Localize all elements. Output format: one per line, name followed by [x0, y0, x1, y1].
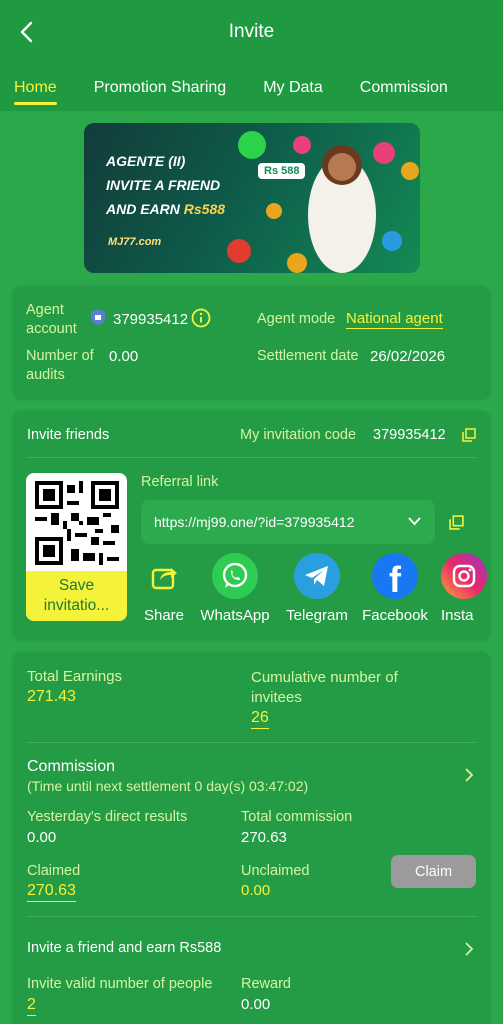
tab-commission[interactable]: Commission	[360, 71, 448, 105]
referral-link-field[interactable]: https://mj99.one/?id=379935412	[141, 500, 435, 544]
claimed-value[interactable]: 270.63	[27, 882, 76, 902]
invite-friends-card: Invite friends My invitation code 379935…	[13, 411, 490, 639]
total-commission-label: Total commission	[241, 809, 353, 825]
divider	[27, 457, 476, 458]
banner-line-3-prefix: AND EARN	[106, 201, 184, 217]
referral-link-value: https://mj99.one/?id=379935412	[154, 514, 355, 530]
agent-mode-label: Agent mode	[257, 311, 336, 327]
telegram-icon	[294, 553, 340, 599]
promo-banner[interactable]: AGENTE (II) INVITE A FRIEND AND EARN Rs5…	[84, 123, 420, 273]
copy-link-icon[interactable]	[449, 515, 464, 530]
banner-line-2: INVITE A FRIEND	[106, 177, 221, 193]
agent-info-card: Agent account 379935412 Agent mode Natio…	[13, 286, 490, 398]
telegram-button[interactable]: Telegram	[281, 553, 353, 624]
chevron-right-icon[interactable]	[462, 768, 476, 782]
banner-amount: Rs588	[183, 201, 226, 217]
instagram-label: Insta	[441, 607, 474, 624]
copy-icon[interactable]	[462, 428, 476, 442]
app-header: Invite	[0, 0, 503, 64]
back-button[interactable]	[12, 18, 40, 46]
instagram-button[interactable]: Insta	[441, 553, 490, 624]
total-commission-value: 270.63	[241, 829, 287, 846]
reward-label: Reward	[241, 976, 291, 992]
facebook-button[interactable]: f Facebook	[359, 553, 431, 624]
whatsapp-label: WhatsApp	[200, 607, 270, 624]
valid-people-value[interactable]: 2	[27, 996, 36, 1016]
invitation-code-label: My invitation code	[240, 427, 357, 443]
facebook-icon: f	[372, 553, 418, 600]
whatsapp-button[interactable]: WhatsApp	[199, 553, 271, 624]
banner-text: AGENTE (II) INVITE A FRIEND AND EARN Rs5…	[106, 149, 225, 221]
cumulative-invitees-label: Cumulative number of invitees	[251, 669, 398, 706]
chevron-left-icon	[20, 21, 33, 43]
chevron-right-icon[interactable]	[462, 942, 476, 956]
invite-friends-title: Invite friends	[27, 427, 110, 443]
tab-bar: Home Promotion Sharing My Data Commissio…	[0, 64, 503, 112]
tab-my-data[interactable]: My Data	[263, 71, 323, 105]
audits-value: 0.00	[109, 348, 139, 365]
telegram-label: Telegram	[286, 607, 348, 624]
tab-home[interactable]: Home	[14, 71, 57, 105]
yesterday-results-value: 0.00	[27, 829, 57, 846]
divider	[27, 742, 476, 743]
unclaimed-label: Unclaimed	[241, 863, 310, 879]
claimed-label: Claimed	[27, 863, 81, 879]
cumulative-invitees-value[interactable]: 26	[251, 709, 269, 729]
claim-button[interactable]: Claim	[391, 855, 476, 888]
total-earnings-value: 271.43	[27, 688, 76, 705]
chevron-down-icon[interactable]	[408, 517, 421, 526]
invite-earn-title: Invite a friend and earn Rs588	[27, 940, 222, 956]
agent-mode-value[interactable]: National agent	[346, 310, 443, 329]
whatsapp-icon	[212, 553, 258, 599]
banner-line-3: AND EARN Rs588	[106, 197, 225, 221]
commission-subtitle: (Time until next settlement 0 day(s) 03:…	[27, 778, 309, 794]
tab-promotion-sharing[interactable]: Promotion Sharing	[94, 71, 227, 105]
settlement-date-label: Settlement date	[257, 348, 359, 364]
referral-link-label: Referral link	[141, 474, 219, 490]
instagram-icon	[441, 553, 487, 599]
total-earnings-label: Total Earnings	[27, 668, 123, 685]
qr-code-icon	[35, 481, 119, 565]
unclaimed-value: 0.00	[241, 882, 271, 899]
commission-title: Commission	[27, 758, 116, 775]
invitation-code-value: 379935412	[373, 427, 446, 443]
banner-line-1: AGENTE (II)	[106, 153, 186, 169]
valid-people-label: Invite valid number of people	[27, 976, 213, 992]
divider	[27, 916, 476, 917]
qr-code-card: Save invitatio...	[26, 473, 127, 621]
banner-brand: MJ77.com	[108, 236, 162, 248]
agent-account-label: Agent account	[26, 302, 77, 337]
facebook-label: Facebook	[362, 607, 428, 624]
earnings-card: Total Earnings 271.43 Cumulative number …	[13, 652, 490, 1024]
save-invitation-button[interactable]: Save invitatio...	[26, 571, 127, 621]
agent-account-value: 379935412	[113, 311, 189, 328]
page-title: Invite	[228, 21, 275, 42]
info-icon[interactable]	[191, 308, 211, 328]
settlement-date-value: 26/02/2026	[370, 348, 446, 365]
yesterday-results-label: Yesterday's direct results	[27, 809, 188, 825]
banner-rs-bubble: Rs 588	[258, 163, 306, 179]
share-icon	[141, 553, 187, 599]
audits-label: Number of audits	[26, 348, 94, 383]
reward-value: 0.00	[241, 996, 271, 1013]
share-label: Share	[143, 607, 185, 624]
share-button[interactable]: Share	[141, 553, 187, 624]
shield-icon	[91, 309, 105, 325]
